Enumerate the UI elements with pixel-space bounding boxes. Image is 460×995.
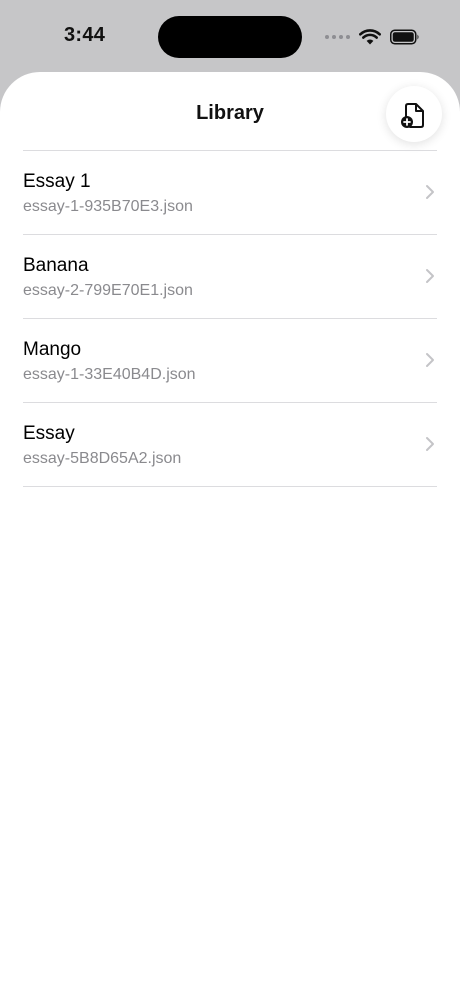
chevron-right-icon bbox=[426, 185, 434, 199]
dynamic-island bbox=[158, 16, 302, 58]
file-list: Essay 1 essay-1-935B70E3.json Banana ess… bbox=[23, 150, 437, 487]
file-title: Banana bbox=[23, 255, 89, 276]
list-item[interactable]: Mango essay-1-33E40B4D.json bbox=[23, 319, 437, 403]
file-filename: essay-2-799E70E1.json bbox=[23, 282, 193, 299]
file-filename: essay-1-33E40B4D.json bbox=[23, 366, 196, 383]
file-title: Essay bbox=[23, 423, 75, 444]
add-file-button[interactable] bbox=[386, 86, 442, 142]
status-icons bbox=[325, 27, 420, 47]
file-title: Essay 1 bbox=[23, 171, 91, 192]
battery-icon bbox=[390, 29, 419, 45]
status-time: 3:44 bbox=[64, 24, 106, 46]
file-title: Mango bbox=[23, 339, 82, 360]
status-bar: 3:44 bbox=[0, 0, 460, 72]
file-filename: essay-1-935B70E3.json bbox=[23, 198, 193, 215]
list-item[interactable]: Essay 1 essay-1-935B70E3.json bbox=[23, 151, 437, 235]
library-sheet: Library Essay 1 essay-1-935B70E3.json Ba… bbox=[0, 72, 460, 995]
chevron-right-icon bbox=[426, 437, 434, 451]
cellular-signal-icon bbox=[325, 35, 350, 39]
chevron-right-icon bbox=[426, 269, 434, 283]
list-item[interactable]: Banana essay-2-799E70E1.json bbox=[23, 235, 437, 319]
wifi-icon bbox=[359, 29, 381, 45]
list-item[interactable]: Essay essay-5B8D65A2.json bbox=[23, 403, 437, 487]
add-document-icon bbox=[401, 103, 424, 128]
chevron-right-icon bbox=[426, 353, 434, 367]
file-filename: essay-5B8D65A2.json bbox=[23, 450, 182, 467]
